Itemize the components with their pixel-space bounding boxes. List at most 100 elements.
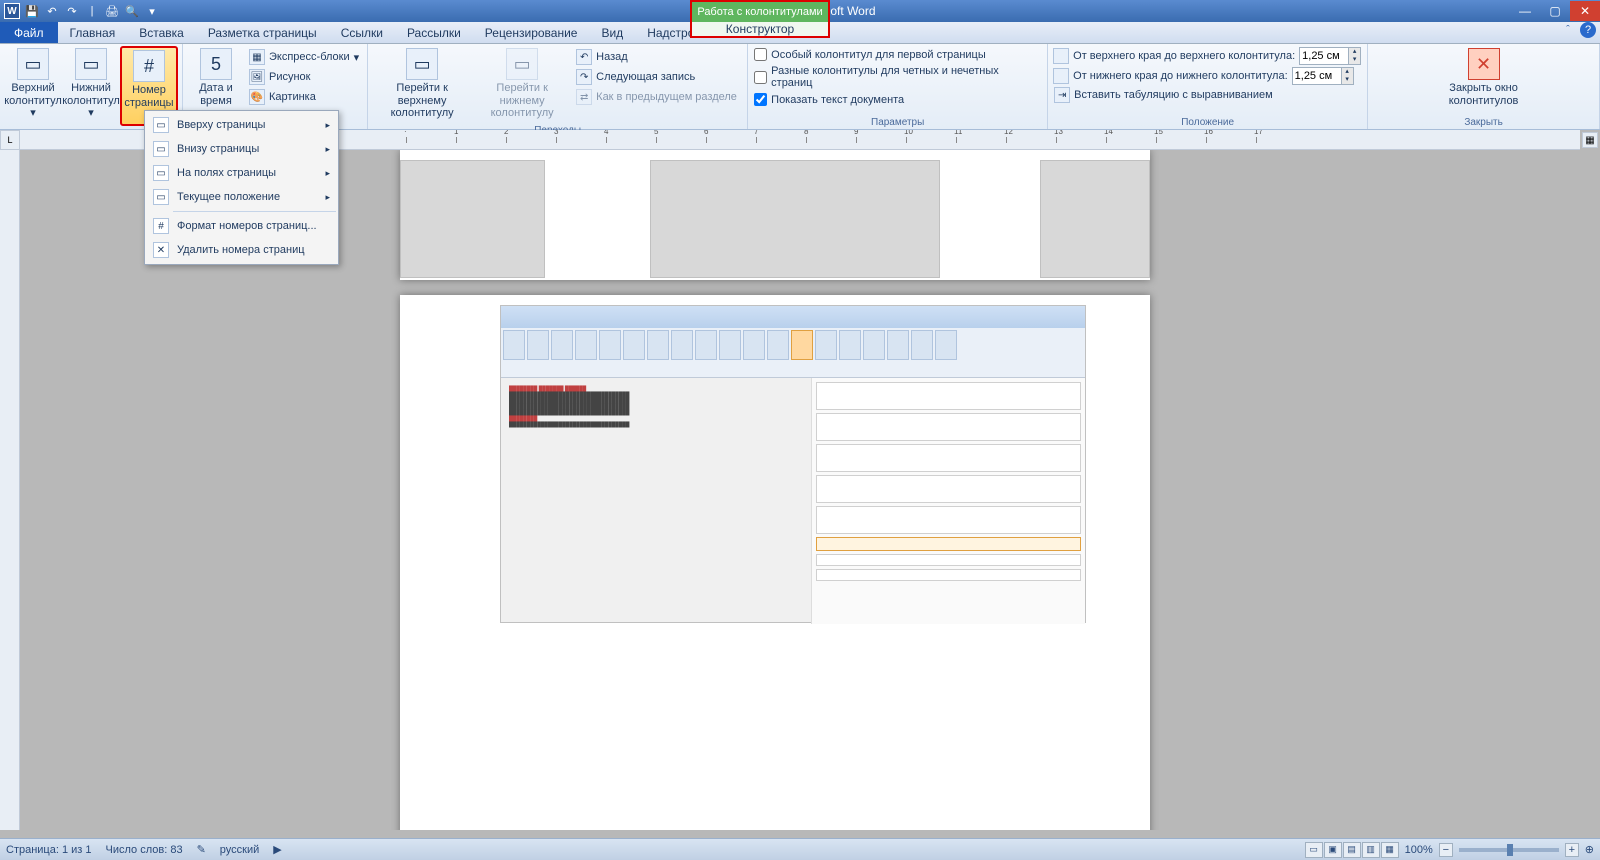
next-button[interactable]: ↷Следующая запись [574, 68, 739, 86]
ruler-toggle[interactable]: ▦ [1582, 132, 1598, 148]
minimize-ribbon-icon[interactable]: ˆ [1560, 22, 1576, 38]
footer-pos-label: От нижнего края до нижнего колонтитула: [1073, 70, 1287, 82]
link-previous-label: Как в предыдущем разделе [596, 91, 737, 103]
fit-icon[interactable]: ⊕ [1585, 843, 1594, 856]
dd-label: Текущее положение [177, 191, 280, 203]
tab-references[interactable]: Ссылки [329, 22, 395, 43]
goto-header-label: Перейти к верхнему колонтитулу [374, 82, 470, 120]
footer-position-spinner[interactable]: ▴▾ [1292, 67, 1354, 85]
link-previous-button[interactable]: ⇄Как в предыдущем разделе [574, 88, 739, 106]
help-icon[interactable]: ? [1580, 22, 1596, 38]
footer-button[interactable]: ▭ Нижний колонтитул▾ [62, 46, 120, 122]
footer-icon: ▭ [75, 48, 107, 80]
align-tab-label: Вставить табуляцию с выравниванием [1074, 89, 1273, 101]
footer-label: Нижний колонтитул [62, 82, 120, 107]
page-number-label: Номер страницы [124, 84, 174, 109]
previous-label: Назад [596, 51, 628, 63]
maximize-button[interactable]: ▢ [1540, 1, 1570, 21]
tab-review[interactable]: Рецензирование [473, 22, 590, 43]
header-button[interactable]: ▭ Верхний колонтитул▾ [4, 46, 62, 122]
dd-format-page-numbers[interactable]: #Формат номеров страниц... [147, 214, 336, 238]
chk-label: Особый колонтитул для первой страницы [771, 49, 986, 61]
group-navigation: ▭ Перейти к верхнему колонтитулу ▭ Перей… [368, 44, 748, 129]
goto-footer-label: Перейти к нижнему колонтитулу [474, 82, 570, 120]
page-bottom-icon: ▭ [153, 141, 169, 157]
tab-insert[interactable]: Вставка [127, 22, 196, 43]
show-document-checkbox[interactable]: Показать текст документа [752, 91, 906, 108]
goto-header-icon: ▭ [406, 48, 438, 80]
word-count[interactable]: Число слов: 83 [106, 844, 183, 856]
previous-button[interactable]: ↶ Назад [574, 48, 739, 66]
dd-bottom-of-page[interactable]: ▭Внизу страницы▸ [147, 137, 336, 161]
zoom-out-button[interactable]: − [1439, 843, 1453, 857]
fullscreen-view[interactable]: ▣ [1324, 842, 1342, 858]
close-header-footer-button[interactable]: ✕ Закрыть окно колонтитулов [1444, 46, 1524, 109]
dd-page-margins[interactable]: ▭На полях страницы▸ [147, 161, 336, 185]
outline-view[interactable]: ▥ [1362, 842, 1380, 858]
menu-separator [173, 211, 336, 212]
clipart-label: Картинка [269, 91, 316, 103]
header-position-spinner[interactable]: ▴▾ [1299, 47, 1361, 65]
tab-mailings[interactable]: Рассылки [395, 22, 473, 43]
qat-more-icon[interactable]: ▾ [144, 3, 160, 19]
spin-down[interactable]: ▾ [1348, 56, 1360, 64]
next-icon: ↷ [576, 69, 592, 85]
quickparts-label: Экспресс-блоки [269, 51, 350, 63]
different-first-checkbox[interactable]: Особый колонтитул для первой страницы [752, 46, 988, 63]
previous-icon: ↶ [576, 49, 592, 65]
footer-pos-icon [1053, 68, 1069, 84]
zoom-slider[interactable] [1459, 848, 1559, 852]
page-number-icon: # [133, 50, 165, 82]
tab-design[interactable]: Конструктор [690, 22, 830, 38]
group-label: Положение [1048, 116, 1367, 129]
page-top-icon: ▭ [153, 117, 169, 133]
spin-down[interactable]: ▾ [1341, 76, 1353, 84]
ruler-corner[interactable]: L [0, 130, 20, 150]
clipart-button[interactable]: 🎨Картинка [247, 88, 361, 106]
document-page-1-bottom [400, 150, 1150, 280]
datetime-button[interactable]: 5 Дата и время [187, 46, 245, 109]
goto-footer-button[interactable]: ▭ Перейти к нижнему колонтитулу [472, 46, 572, 122]
header-pos-input[interactable] [1300, 50, 1348, 62]
picture-icon: 🖼 [249, 69, 265, 85]
spell-check-icon[interactable]: ✎ [197, 843, 206, 856]
dd-current-position[interactable]: ▭Текущее положение▸ [147, 185, 336, 209]
tab-page-layout[interactable]: Разметка страницы [196, 22, 329, 43]
save-icon[interactable]: 💾 [24, 3, 40, 19]
spin-up[interactable]: ▴ [1341, 68, 1353, 76]
vertical-ruler[interactable] [0, 150, 20, 830]
redo-icon[interactable]: ↷ [64, 3, 80, 19]
zoom-level[interactable]: 100% [1405, 844, 1433, 856]
picture-button[interactable]: 🖼Рисунок [247, 68, 361, 86]
goto-header-button[interactable]: ▭ Перейти к верхнему колонтитулу [372, 46, 472, 122]
close-button[interactable]: ✕ [1570, 1, 1600, 21]
minimize-button[interactable]: — [1510, 1, 1540, 21]
different-odd-even-checkbox[interactable]: Разные колонтитулы для четных и нечетных… [752, 63, 1043, 91]
dd-remove-page-numbers[interactable]: ✕Удалить номера страниц [147, 238, 336, 262]
zoom-in-button[interactable]: + [1565, 843, 1579, 857]
macro-icon[interactable]: ▶ [273, 843, 281, 856]
quickparts-button[interactable]: ▦Экспресс-блоки ▾ [247, 48, 361, 66]
group-label: Закрыть [1368, 116, 1599, 129]
spin-up[interactable]: ▴ [1348, 48, 1360, 56]
print-layout-view[interactable]: ▭ [1305, 842, 1323, 858]
file-tab[interactable]: Файл [0, 22, 58, 43]
tab-home[interactable]: Главная [58, 22, 128, 43]
draft-view[interactable]: ▦ [1381, 842, 1399, 858]
view-buttons: ▭ ▣ ▤ ▥ ▦ [1305, 842, 1399, 858]
print-icon[interactable]: 🖨 [104, 3, 120, 19]
preview-icon[interactable]: 🔍 [124, 3, 140, 19]
language-status[interactable]: русский [220, 844, 259, 856]
datetime-label: Дата и время [189, 82, 243, 107]
submenu-arrow-icon: ▸ [325, 192, 330, 203]
footer-pos-input[interactable] [1293, 70, 1341, 82]
qat-sep: | [84, 3, 100, 19]
document-page-2: ████████ ███████ ██████ ████████████████… [400, 295, 1150, 830]
web-view[interactable]: ▤ [1343, 842, 1361, 858]
tab-view[interactable]: Вид [589, 22, 635, 43]
insert-align-tab-button[interactable]: ⇥Вставить табуляцию с выравниванием [1052, 86, 1275, 104]
page-status[interactable]: Страница: 1 из 1 [6, 844, 92, 856]
ribbon: ▭ Верхний колонтитул▾ ▭ Нижний колонтиту… [0, 44, 1600, 130]
dd-top-of-page[interactable]: ▭Вверху страницы▸ [147, 113, 336, 137]
undo-icon[interactable]: ↶ [44, 3, 60, 19]
